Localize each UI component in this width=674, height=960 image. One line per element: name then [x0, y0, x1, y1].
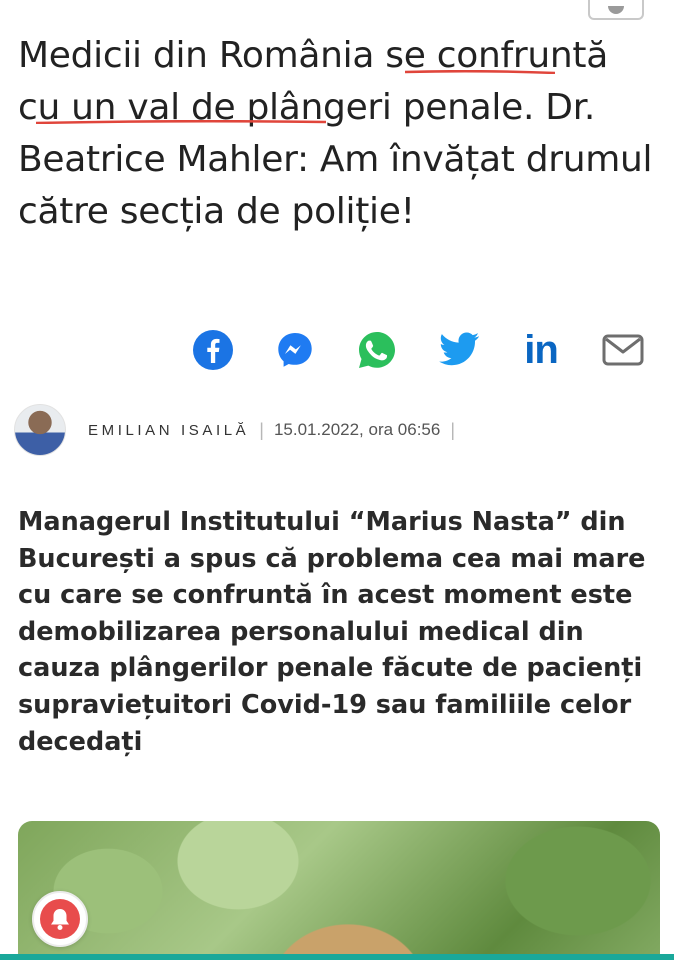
article-title: Medicii din România se confruntă cu un v… — [18, 35, 653, 232]
byline-separator: | — [450, 419, 456, 440]
author-avatar[interactable] — [14, 404, 66, 456]
messenger-icon — [278, 333, 312, 367]
bell-icon — [40, 899, 80, 939]
bottom-bar — [0, 954, 674, 960]
publish-date: 15.01.2022, ora 06:56 — [273, 420, 441, 439]
author-name[interactable]: EMILIAN ISAILĂ — [88, 422, 249, 439]
article-lead: Managerul Institutului “Marius Nasta” di… — [18, 507, 646, 757]
share-linkedin-button[interactable]: in — [518, 328, 564, 372]
gear-icon — [608, 6, 624, 14]
annotation-underline — [36, 120, 326, 124]
share-email-button[interactable] — [600, 328, 646, 372]
twitter-icon — [439, 332, 479, 366]
article-photo[interactable] — [18, 821, 660, 960]
share-whatsapp-button[interactable] — [354, 328, 400, 372]
share-twitter-button[interactable] — [436, 328, 482, 372]
settings-tab[interactable] — [588, 0, 644, 20]
annotation-underline — [405, 70, 555, 74]
byline-separator: | — [259, 419, 264, 440]
share-bar: in — [190, 328, 650, 372]
linkedin-icon: in — [524, 328, 559, 372]
share-messenger-button[interactable] — [272, 328, 318, 372]
email-icon — [602, 334, 644, 366]
facebook-icon — [193, 330, 233, 370]
notification-button[interactable] — [32, 891, 88, 947]
article-byline: EMILIAN ISAILĂ | 15.01.2022, ora 06:56 | — [14, 404, 634, 456]
share-facebook-button[interactable] — [190, 328, 236, 372]
whatsapp-icon — [359, 332, 395, 368]
